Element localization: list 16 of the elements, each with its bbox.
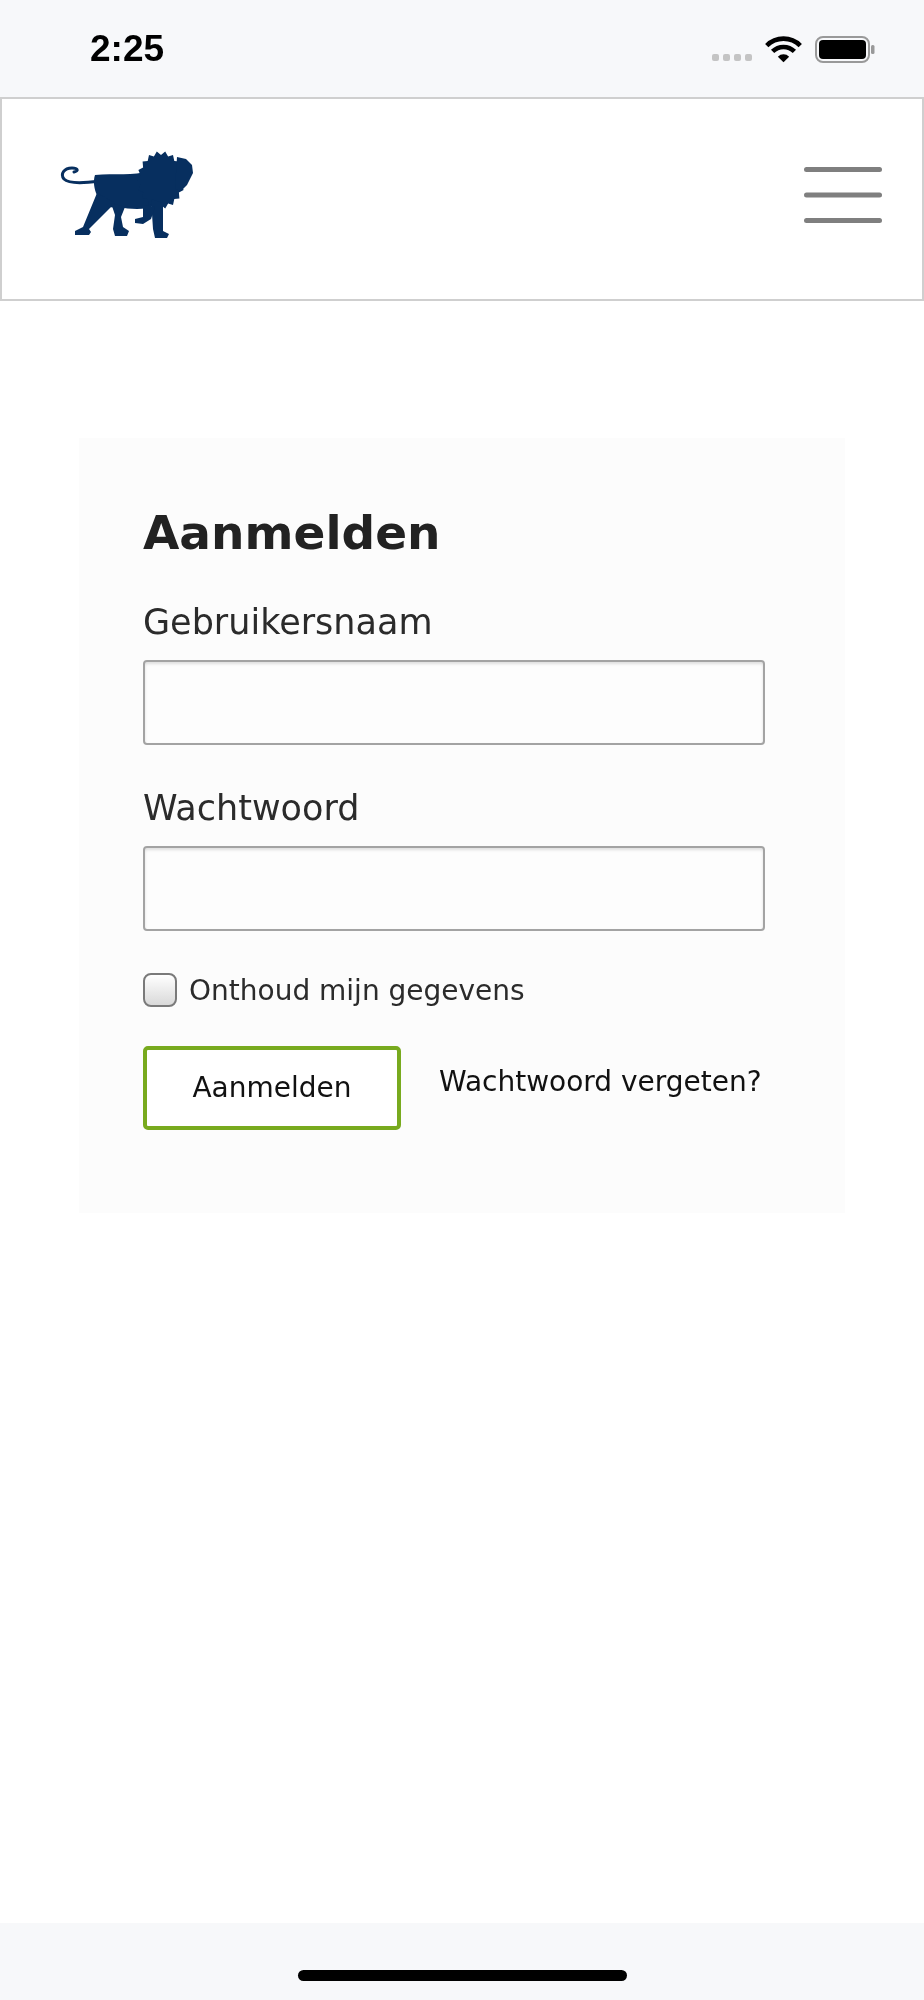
field-label: Wachtwoord xyxy=(143,787,361,830)
forgot-password-link[interactable]: Wachtwoord vergeten? xyxy=(439,1064,762,1099)
wifi-icon xyxy=(765,35,802,63)
menu-button[interactable] xyxy=(804,167,882,223)
status-time: 2:25 xyxy=(90,30,165,67)
checkbox-label[interactable]: Onthoud mijn gegevens xyxy=(189,973,525,1008)
input-field[interactable] xyxy=(143,660,765,746)
battery-icon xyxy=(815,35,875,63)
input-field[interactable] xyxy=(143,846,765,932)
menu-icon xyxy=(804,167,882,223)
signal-icon xyxy=(712,53,752,61)
lion-icon xyxy=(59,149,195,241)
form-title: Aanmelden xyxy=(143,505,442,562)
field-label: Gebruikersnaam xyxy=(143,601,434,644)
login-button[interactable]: Aanmelden xyxy=(143,1046,401,1131)
checkbox[interactable] xyxy=(143,973,177,1008)
